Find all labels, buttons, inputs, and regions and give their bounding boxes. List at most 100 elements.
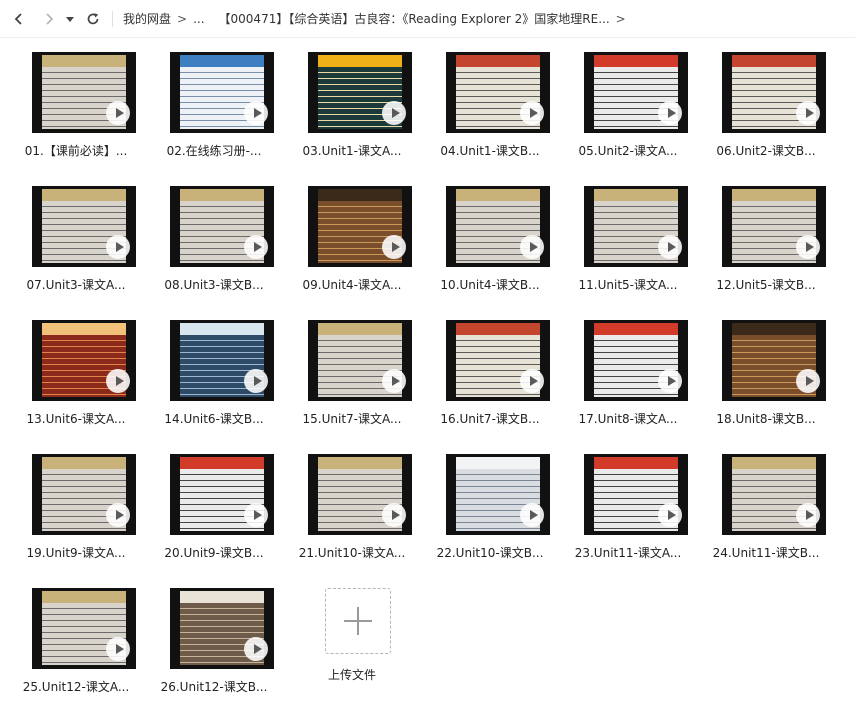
video-thumbnail[interactable] — [32, 186, 136, 267]
file-item[interactable]: 23.Unit11-课文A... — [559, 440, 689, 568]
play-icon[interactable] — [520, 503, 544, 527]
video-thumbnail[interactable] — [32, 454, 136, 535]
video-thumbnail[interactable] — [32, 588, 136, 669]
play-icon[interactable] — [658, 369, 682, 393]
video-thumbnail[interactable] — [584, 320, 688, 401]
file-name: 02.在线练习册-... — [166, 144, 262, 158]
video-thumbnail[interactable] — [446, 52, 550, 133]
file-item[interactable]: 09.Unit4-课文A... — [283, 172, 413, 300]
video-thumbnail[interactable] — [32, 320, 136, 401]
file-item[interactable]: 10.Unit4-课文B... — [421, 172, 551, 300]
play-icon[interactable] — [520, 101, 544, 125]
caret-down-icon — [66, 16, 74, 22]
video-thumbnail[interactable] — [446, 186, 550, 267]
video-thumbnail[interactable] — [170, 588, 274, 669]
play-icon[interactable] — [382, 503, 406, 527]
file-item[interactable]: 12.Unit5-课文B... — [697, 172, 827, 300]
file-name: 26.Unit12-课文B... — [160, 680, 268, 694]
video-thumbnail[interactable] — [170, 454, 274, 535]
play-icon[interactable] — [244, 637, 268, 661]
file-name: 15.Unit7-课文A... — [302, 412, 402, 426]
video-thumbnail[interactable] — [584, 52, 688, 133]
file-item[interactable]: 05.Unit2-课文A... — [559, 38, 689, 166]
play-icon[interactable] — [658, 235, 682, 259]
back-button[interactable] — [8, 8, 30, 30]
forward-button[interactable] — [38, 8, 60, 30]
play-icon[interactable] — [106, 235, 130, 259]
video-thumbnail[interactable] — [308, 52, 412, 133]
file-item[interactable]: 07.Unit3-课文A... — [7, 172, 137, 300]
file-item[interactable]: 20.Unit9-课文B... — [145, 440, 275, 568]
video-thumbnail[interactable] — [308, 454, 412, 535]
play-icon[interactable] — [658, 503, 682, 527]
divider — [112, 10, 113, 27]
file-name: 21.Unit10-课文A... — [298, 546, 406, 560]
play-icon[interactable] — [520, 369, 544, 393]
play-icon[interactable] — [244, 101, 268, 125]
history-dropdown-button[interactable] — [62, 8, 78, 30]
file-item[interactable]: 02.在线练习册-... — [145, 38, 275, 166]
play-icon[interactable] — [244, 503, 268, 527]
play-icon[interactable] — [106, 101, 130, 125]
video-thumbnail[interactable] — [584, 186, 688, 267]
video-thumbnail[interactable] — [722, 320, 826, 401]
video-thumbnail[interactable] — [722, 186, 826, 267]
breadcrumb-root[interactable]: 我的网盘 — [123, 10, 171, 27]
file-item[interactable]: 26.Unit12-课文B... — [145, 574, 275, 702]
file-item[interactable]: 01.【课前必读】... — [7, 38, 137, 166]
play-icon[interactable] — [382, 235, 406, 259]
video-thumbnail[interactable] — [722, 52, 826, 133]
file-item[interactable]: 06.Unit2-课文B... — [697, 38, 827, 166]
file-item[interactable]: 08.Unit3-课文B... — [145, 172, 275, 300]
video-thumbnail[interactable] — [170, 52, 274, 133]
play-icon[interactable] — [796, 503, 820, 527]
video-thumbnail[interactable] — [308, 320, 412, 401]
video-thumbnail[interactable] — [170, 320, 274, 401]
play-icon[interactable] — [796, 235, 820, 259]
file-item[interactable]: 13.Unit6-课文A... — [7, 306, 137, 434]
file-name: 13.Unit6-课文A... — [26, 412, 126, 426]
file-item[interactable]: 04.Unit1-课文B... — [421, 38, 551, 166]
file-item[interactable]: 24.Unit11-课文B... — [697, 440, 827, 568]
play-icon[interactable] — [382, 101, 406, 125]
video-thumbnail[interactable] — [308, 186, 412, 267]
file-item[interactable]: 19.Unit9-课文A... — [7, 440, 137, 568]
upload-file-button[interactable]: 上传文件 — [283, 574, 413, 702]
file-name: 01.【课前必读】... — [24, 144, 128, 158]
file-item[interactable]: 16.Unit7-课文B... — [421, 306, 551, 434]
play-icon[interactable] — [382, 369, 406, 393]
play-icon[interactable] — [796, 101, 820, 125]
video-thumbnail[interactable] — [584, 454, 688, 535]
plus-icon[interactable] — [325, 588, 391, 654]
play-icon[interactable] — [106, 369, 130, 393]
video-thumbnail[interactable] — [446, 454, 550, 535]
file-item[interactable]: 14.Unit6-课文B... — [145, 306, 275, 434]
file-name: 10.Unit4-课文B... — [440, 278, 540, 292]
video-thumbnail[interactable] — [446, 320, 550, 401]
file-name: 18.Unit8-课文B... — [716, 412, 816, 426]
video-thumbnail[interactable] — [32, 52, 136, 133]
file-item[interactable]: 15.Unit7-课文A... — [283, 306, 413, 434]
play-icon[interactable] — [796, 369, 820, 393]
video-thumbnail[interactable] — [170, 186, 274, 267]
video-thumbnail[interactable] — [722, 454, 826, 535]
play-icon[interactable] — [520, 235, 544, 259]
play-icon[interactable] — [658, 101, 682, 125]
file-item[interactable]: 17.Unit8-课文A... — [559, 306, 689, 434]
file-item[interactable]: 03.Unit1-课文A... — [283, 38, 413, 166]
breadcrumb-ellipsis[interactable]: ... — [193, 12, 204, 26]
file-item[interactable]: 18.Unit8-课文B... — [697, 306, 827, 434]
play-icon[interactable] — [106, 637, 130, 661]
file-item[interactable]: 22.Unit10-课文B... — [421, 440, 551, 568]
play-icon[interactable] — [106, 503, 130, 527]
file-name: 22.Unit10-课文B... — [436, 546, 544, 560]
file-item[interactable]: 25.Unit12-课文A... — [7, 574, 137, 702]
play-icon[interactable] — [244, 235, 268, 259]
play-icon[interactable] — [244, 369, 268, 393]
refresh-button[interactable] — [82, 8, 104, 30]
breadcrumb-current[interactable]: 【000471】【综合英语】古良容：《Reading Explorer 2》国家… — [219, 10, 610, 27]
file-item[interactable]: 21.Unit10-课文A... — [283, 440, 413, 568]
file-item[interactable]: 11.Unit5-课文A... — [559, 172, 689, 300]
file-name: 06.Unit2-课文B... — [716, 144, 816, 158]
file-name: 23.Unit11-课文A... — [574, 546, 682, 560]
